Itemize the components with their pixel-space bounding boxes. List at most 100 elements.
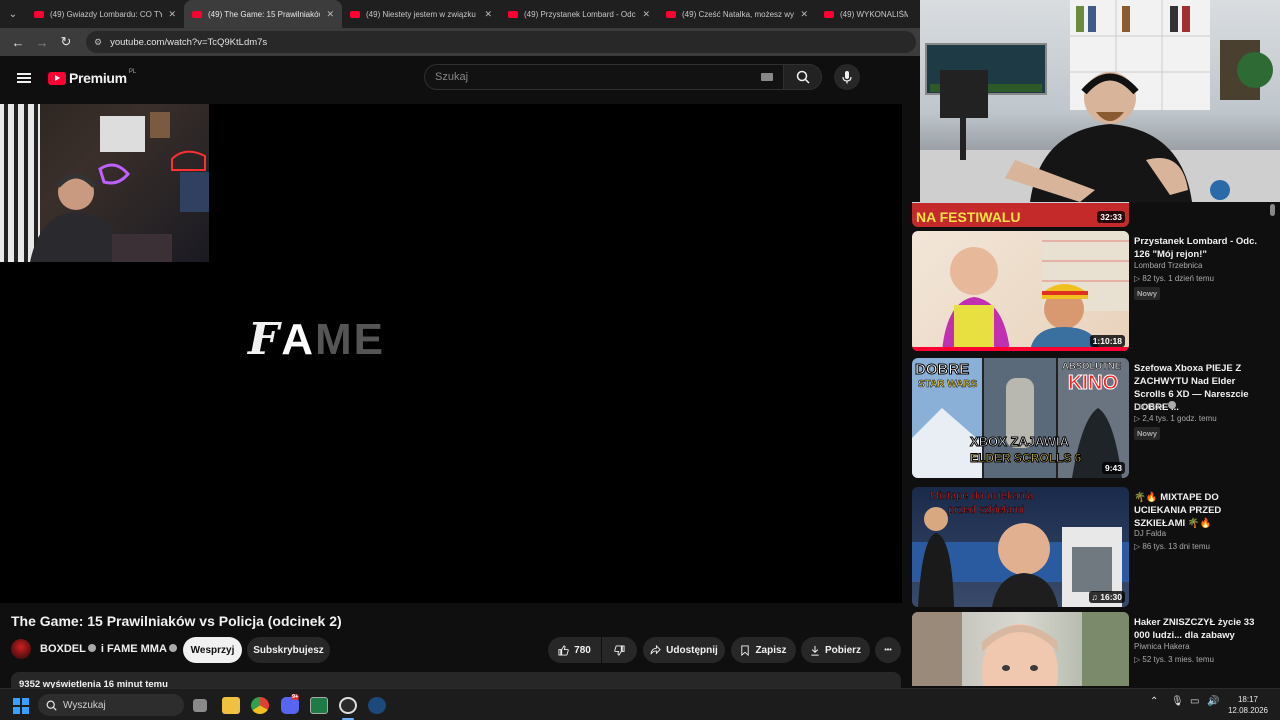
- recommendation-title[interactable]: 🌴🔥 MIXTAPE DO UCIEKANIA PRZED SZKIEŁAMI …: [1134, 491, 1266, 530]
- streamer-webcam-small: [0, 104, 209, 262]
- share-button[interactable]: Udostępnij: [643, 637, 725, 663]
- recommendation-item[interactable]: NA FESTIWALU 32:33: [912, 202, 1272, 227]
- video-thumbnail[interactable]: NA FESTIWALU 32:33: [912, 202, 1129, 227]
- new-badge: Nowy: [1134, 427, 1161, 440]
- menu-icon[interactable]: [0, 56, 48, 100]
- more-actions-button[interactable]: •••: [875, 637, 901, 663]
- network-icon[interactable]: ▭: [1190, 696, 1199, 707]
- channel-names[interactable]: BOXDEL i FAME MMA: [40, 643, 179, 655]
- video-thumbnail[interactable]: DOBRE STAR WARS ABSOLUTNE KINO XBOX ZAJA…: [912, 358, 1129, 478]
- video-thumbnail[interactable]: Mixtape do uciekania przed szkiełami ♫ 1…: [912, 487, 1129, 607]
- recommendations-list: NA FESTIWALU 32:33 1:10:18 Przystanek Lo…: [912, 202, 1280, 686]
- url-text: youtube.com/watch?v=TcQ9KtLdm7s: [110, 36, 268, 48]
- channel-avatar[interactable]: [11, 639, 31, 659]
- search-button[interactable]: [784, 64, 822, 90]
- dislike-button[interactable]: [602, 637, 637, 663]
- close-tab-icon[interactable]: ✕: [642, 9, 650, 20]
- recommendation-title[interactable]: Haker ZNISZCZYŁ życie 33 000 ludzi... dl…: [1134, 616, 1266, 642]
- like-button[interactable]: 780: [548, 637, 601, 663]
- thumbs-down-icon: [614, 644, 625, 656]
- channel-name[interactable]: BOXDEL: [40, 643, 86, 655]
- recommendation-channel[interactable]: Lombard Trzebnica: [1134, 261, 1202, 270]
- recommendation-stats: ▷ 52 tys. 3 mies. temu: [1134, 655, 1214, 664]
- video-thumbnail[interactable]: [912, 612, 1129, 686]
- browser-tab-active[interactable]: (49) The Game: 15 Prawilniaków ✕: [184, 0, 342, 28]
- tray-chevron-icon[interactable]: ⌃: [1150, 696, 1158, 707]
- thumbnail-caption: przed szkiełami: [948, 504, 1024, 516]
- close-tab-icon[interactable]: ✕: [484, 9, 492, 20]
- volume-icon[interactable]: 🔊: [1207, 696, 1219, 707]
- keyboard-icon[interactable]: [761, 73, 773, 81]
- taskbar-search[interactable]: Wyszukaj: [38, 694, 184, 716]
- search-placeholder: Szukaj: [435, 71, 469, 83]
- close-tab-icon[interactable]: ✕: [168, 9, 176, 20]
- voice-search-button[interactable]: [834, 64, 860, 90]
- chrome-icon[interactable]: [251, 697, 269, 714]
- recommendation-channel[interactable]: LootBox: [1134, 401, 1178, 411]
- support-button[interactable]: Wesprzyj: [183, 637, 242, 663]
- windows-start-icon[interactable]: [13, 698, 29, 714]
- browser-tab[interactable]: (49) WYKONALIŚMY CH: [816, 0, 916, 28]
- youtube-header: Premium PL Szukaj: [0, 56, 920, 100]
- recommendation-stats: ▷ 2,4 tys. 1 godz. temu: [1134, 414, 1217, 423]
- tab-title: (49) Cześć Natalka, możesz wyg: [682, 9, 795, 19]
- thumbnail-caption: Mixtape do uciekania: [930, 490, 1034, 502]
- site-info-icon[interactable]: ⚙: [94, 37, 102, 48]
- tab-search-icon[interactable]: ⌄: [0, 0, 26, 28]
- recommendation-channel[interactable]: DJ Falda: [1134, 529, 1166, 538]
- tab-title: (49) Niestety jestem w związku: [366, 9, 476, 19]
- task-view-icon[interactable]: [193, 699, 207, 712]
- windows-taskbar: Wyszukaj 9+ ⌃ 🎙 ▭ 🔊 18:17 12.08.2026: [0, 688, 1280, 720]
- microphone-tray-icon[interactable]: 🎙: [1171, 696, 1184, 707]
- recommendations-scrollbar[interactable]: [1270, 204, 1275, 216]
- youtube-favicon-icon: [666, 10, 676, 18]
- excel-icon[interactable]: [310, 697, 328, 714]
- youtube-premium-logo[interactable]: Premium PL: [48, 69, 136, 86]
- video-thumbnail[interactable]: 1:10:18: [912, 231, 1129, 351]
- youtube-favicon-icon: [34, 10, 44, 18]
- forward-arrow-icon[interactable]: →: [30, 30, 54, 54]
- streamer-webcam-large: [920, 0, 1280, 202]
- tab-title: (49) The Game: 15 Prawilniaków: [208, 9, 321, 19]
- recommendation-title[interactable]: Przystanek Lombard - Odc. 126 "Mój rejon…: [1134, 235, 1266, 261]
- reload-icon[interactable]: ↻: [54, 30, 78, 54]
- thumbnail-image: [912, 612, 1129, 686]
- browser-tab[interactable]: (49) Niestety jestem w związku ✕: [342, 0, 500, 28]
- close-tab-icon[interactable]: ✕: [326, 9, 334, 20]
- recommendation-item[interactable]: Haker ZNISZCZYŁ życie 33 000 ludzi... dl…: [912, 612, 1272, 686]
- download-button[interactable]: Pobierz: [801, 637, 870, 663]
- browser-tab[interactable]: (49) Gwiazdy Lombardu: CO TYM ✕: [26, 0, 184, 28]
- address-bar[interactable]: ⚙ youtube.com/watch?v=TcQ9KtLdm7s: [86, 31, 916, 53]
- recommendation-item[interactable]: 1:10:18 Przystanek Lombard - Odc. 126 "M…: [912, 231, 1272, 351]
- more-icon: •••: [884, 646, 892, 654]
- video-title: The Game: 15 Prawilniaków vs Policja (od…: [11, 613, 342, 629]
- tab-title: (49) Gwiazdy Lombardu: CO TYM: [50, 9, 163, 19]
- thumbnail-caption: DOBRE: [914, 361, 970, 379]
- recommendation-item[interactable]: Mixtape do uciekania przed szkiełami ♫ 1…: [912, 487, 1272, 607]
- search-icon: [46, 700, 57, 711]
- browser-tab[interactable]: (49) Przystanek Lombard - Odc. ✕: [500, 0, 658, 28]
- browser-tab[interactable]: (49) Cześć Natalka, możesz wyg ✕: [658, 0, 816, 28]
- video-duration: 1:10:18: [1089, 335, 1125, 347]
- thumbnail-caption: KINO: [1068, 372, 1119, 395]
- obs-icon[interactable]: [339, 697, 357, 714]
- browser-tab-strip: ⌄ (49) Gwiazdy Lombardu: CO TYM ✕ (49) Th…: [0, 0, 920, 28]
- save-button[interactable]: Zapisz: [731, 637, 796, 663]
- verified-icon: [1167, 401, 1176, 409]
- youtube-favicon-icon: [350, 10, 360, 18]
- close-tab-icon[interactable]: ✕: [800, 9, 808, 20]
- channel-name-2[interactable]: FAME MMA: [107, 643, 167, 655]
- search-icon: [796, 70, 810, 84]
- thumbs-up-icon: [558, 644, 569, 656]
- share-icon: [650, 644, 661, 654]
- steam-icon[interactable]: [368, 697, 386, 714]
- taskbar-clock[interactable]: 18:17 12.08.2026: [1224, 694, 1272, 716]
- recommendation-channel[interactable]: Piwnica Hakera: [1134, 642, 1190, 651]
- recommendation-item[interactable]: DOBRE STAR WARS ABSOLUTNE KINO XBOX ZAJA…: [912, 358, 1272, 478]
- tab-title: (49) WYKONALIŚMY CH: [840, 9, 908, 19]
- back-arrow-icon[interactable]: ←: [6, 30, 30, 54]
- search-input[interactable]: Szukaj: [424, 64, 784, 90]
- recommendation-stats: ▷ 82 tys. 1 dzień temu: [1134, 274, 1214, 283]
- subscribed-button[interactable]: Subskrybujesz: [247, 637, 330, 663]
- file-explorer-icon[interactable]: [222, 697, 240, 714]
